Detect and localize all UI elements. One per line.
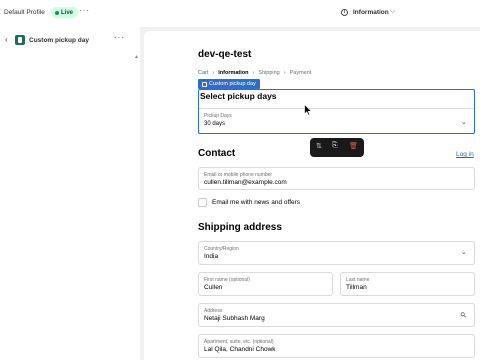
email-field-value: cullen.tillman@example.com (204, 179, 287, 186)
apartment-field[interactable]: Apartment, suite, etc. (optional) Lal Qi… (198, 334, 475, 358)
chevron-down-icon[interactable]: ⌵ (390, 8, 395, 16)
profile-name[interactable]: Default Profile (4, 9, 45, 16)
email-field[interactable]: Email or mobile phone number cullen.till… (198, 167, 475, 190)
last-name-label: Last name (346, 277, 370, 283)
live-status-badge: Live (51, 7, 79, 18)
last-name-value: Tillman (346, 284, 367, 291)
newsletter-label: Email me with news and offers (212, 199, 301, 206)
shipping-address-heading: Shipping address (198, 222, 282, 233)
top-bar: Default Profile Live ··· i Information ⌵ (0, 0, 480, 27)
breadcrumb-payment: Payment (289, 70, 312, 76)
last-name-field[interactable]: Last name Tillman (340, 272, 475, 296)
pickup-days-value: 30 days (204, 121, 226, 127)
first-name-value: Cullen (204, 284, 223, 291)
first-name-field[interactable]: First name (optional) Cullen (198, 272, 333, 296)
login-link[interactable]: Log in (456, 151, 474, 158)
delete-block-icon[interactable]: 🗑 (349, 142, 358, 150)
app-block-icon (202, 81, 207, 87)
duplicate-block-icon[interactable]: ⎘ (332, 142, 338, 150)
pickup-days-select[interactable]: Pickup Days 30 days ⌄ (199, 108, 473, 133)
breadcrumb-cart[interactable]: Cart (198, 70, 208, 76)
address-field[interactable]: Address Netaji Subhash Marg ⚲ (198, 303, 475, 327)
country-value: India (204, 253, 219, 260)
chevron-right-icon: › (212, 70, 215, 76)
country-label: Country/Region (204, 246, 239, 252)
apartment-label: Apartment, suite, etc. (optional) (204, 339, 274, 345)
live-dot-icon (55, 10, 59, 15)
mouse-pointer-icon (304, 104, 312, 116)
apartment-value: Lal Qila, Chandni Chowk (204, 346, 276, 353)
breadcrumb-shipping: Shipping (258, 70, 280, 76)
newsletter-checkbox[interactable] (198, 198, 207, 207)
first-name-label: First name (optional) (204, 277, 250, 283)
back-arrow-icon[interactable]: ‹ (5, 35, 8, 44)
chevron-down-icon: ⌄ (461, 249, 467, 256)
country-select[interactable]: Country/Region India ⌄ (198, 241, 475, 265)
move-block-icon[interactable]: ⇅ (316, 142, 322, 150)
search-icon[interactable]: ⚲ (459, 310, 469, 320)
chevron-right-icon: › (283, 70, 286, 76)
page-selector-label[interactable]: Information (353, 9, 389, 16)
sidebar-block-header: ‹ Custom pickup day ··· (0, 32, 140, 50)
more-horizontal-icon[interactable]: ··· (114, 33, 125, 42)
pickup-day-block[interactable]: Select pickup days Pickup Days 30 days ⌄ (198, 89, 475, 134)
checkout-preview: dev-qe-test Cart › Information › Shippin… (144, 31, 480, 360)
pickup-heading: Select pickup days (200, 91, 277, 101)
block-tag-label: Custom pickup day (209, 81, 256, 87)
breadcrumb: Cart › Information › Shipping › Payment (198, 70, 311, 76)
breadcrumb-information: Information (218, 70, 249, 76)
block-toolbar: ⇅ ⎘ 🗑 (310, 138, 364, 157)
selected-block-tag[interactable]: Custom pickup day (198, 79, 260, 89)
chevron-right-icon: › (252, 70, 255, 76)
more-horizontal-icon[interactable]: ··· (79, 6, 90, 15)
address-value: Netaji Subhash Marg (204, 315, 265, 322)
chevron-down-icon: ⌄ (461, 119, 467, 126)
sidebar-block-title: Custom pickup day (29, 37, 89, 44)
pickup-days-label: Pickup Days (204, 113, 232, 119)
app-block-icon (15, 35, 25, 45)
address-label: Address (204, 308, 223, 314)
sidebar: ‹ Custom pickup day ··· ▲ (0, 27, 140, 360)
store-title: dev-qe-test (198, 49, 252, 60)
live-badge-label: Live (61, 9, 74, 16)
info-icon: i (341, 9, 348, 16)
contact-heading: Contact (198, 148, 236, 159)
email-field-label: Email or mobile phone number (204, 172, 273, 178)
scroll-up-icon[interactable]: ▲ (134, 54, 139, 60)
